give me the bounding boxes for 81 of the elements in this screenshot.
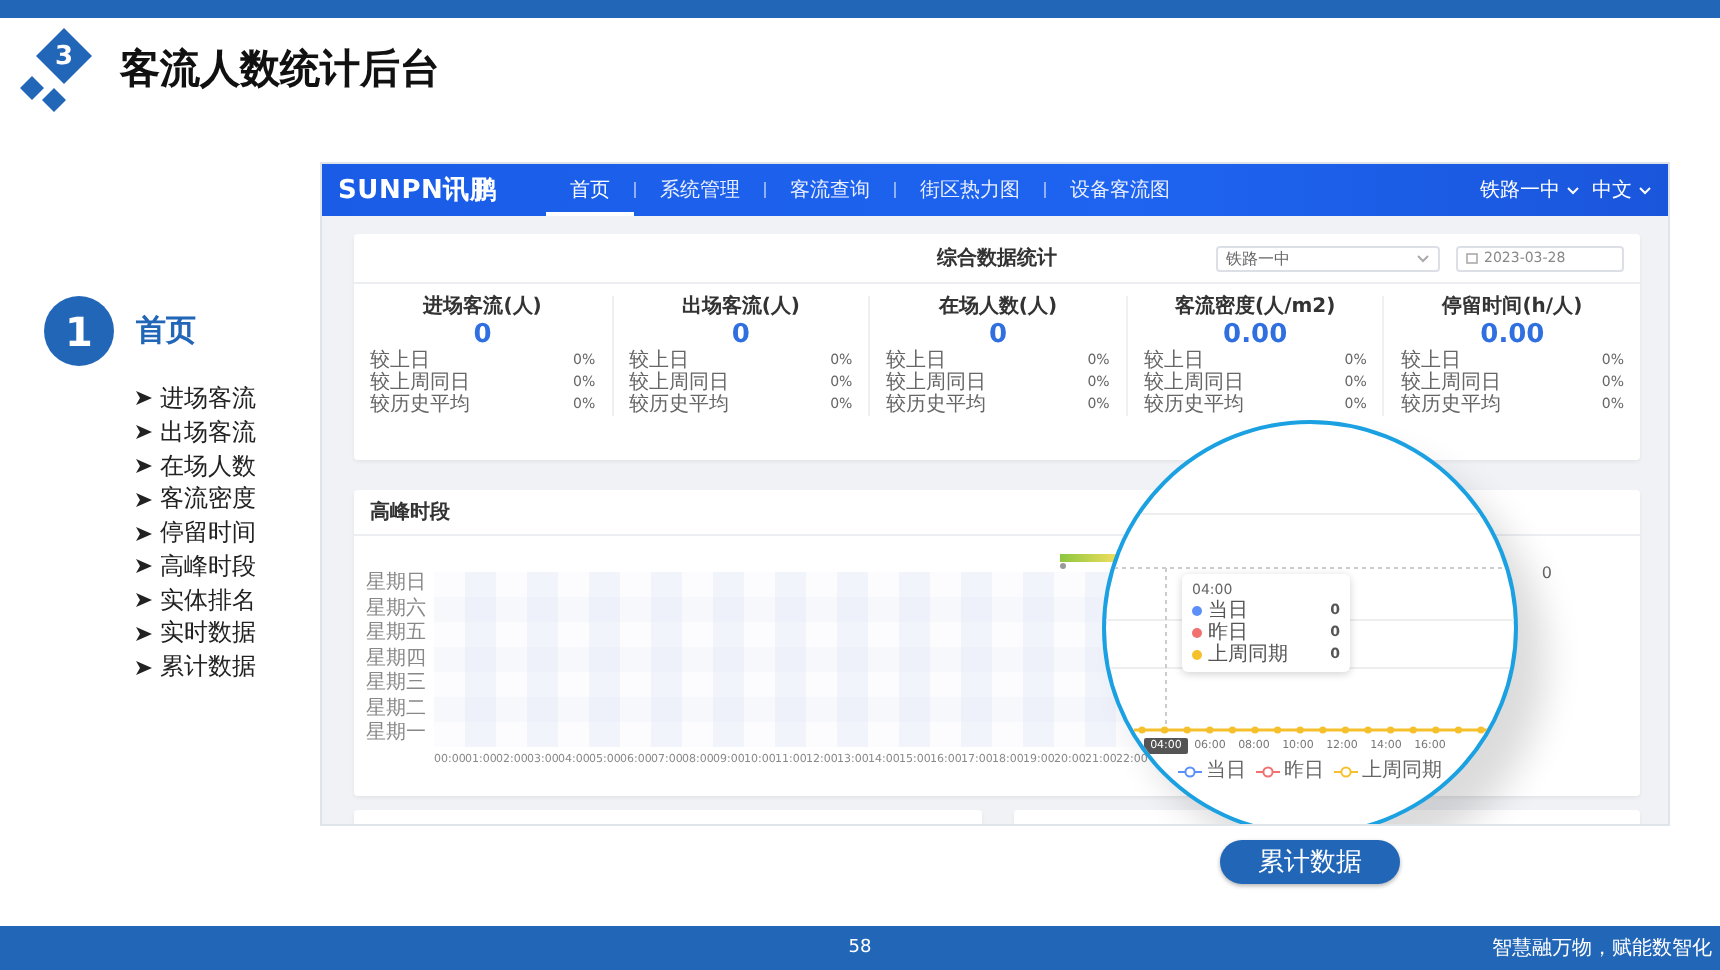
nav-tab[interactable]: 系统管理 <box>636 164 764 216</box>
bullet-text: 累计数据 <box>160 650 256 685</box>
language-menu[interactable]: 中文 <box>1592 176 1652 204</box>
chevron-down-icon <box>1638 185 1652 195</box>
caption-button[interactable]: 累计数据 <box>1220 840 1400 884</box>
bullet-text: 进场客流 <box>160 381 256 416</box>
arrow-bullet-icon <box>136 659 152 676</box>
arrow-bullet-icon <box>136 390 152 407</box>
comparison-label: 较历史平均 <box>370 394 470 416</box>
arrow-bullet-icon <box>136 457 152 474</box>
comparison-label: 较上周同日 <box>629 372 730 394</box>
stat-title: 进场客流(人) <box>420 296 544 320</box>
comparison-label: 较上日 <box>886 350 947 372</box>
site-select[interactable]: 铁路一中 <box>1216 245 1440 271</box>
stat-value: 0.00 <box>1478 320 1547 350</box>
axis-label: 星期五 <box>366 622 428 647</box>
comparison-label: 较上日 <box>370 350 430 372</box>
stat-title: 出场客流(人) <box>679 296 802 320</box>
diamonds-drawing <box>20 76 68 112</box>
chevron-down-icon <box>1416 253 1430 263</box>
nav-tab[interactable]: 街区热力图 <box>896 164 1044 216</box>
slide-title: 客流人数统计后台 <box>120 41 440 95</box>
arrow-bullet-icon <box>136 424 152 441</box>
bullet-text: 停留时间 <box>160 516 256 551</box>
comparison-label: 较上日 <box>1400 350 1461 372</box>
nav-tab[interactable]: 设备客流图 <box>1046 164 1194 216</box>
site-menu[interactable]: 铁路一中 <box>1480 176 1580 204</box>
series-name: 昨日 <box>1208 622 1248 644</box>
card-title: 高峰时段 <box>370 498 450 526</box>
arrow-bullet-icon <box>136 625 152 642</box>
comparison-label: 较历史平均 <box>1143 394 1244 416</box>
legend-item[interactable]: 当日 <box>1178 760 1246 784</box>
section-badge: 3 <box>36 28 92 84</box>
comparison-label: 较历史平均 <box>1400 394 1501 416</box>
nav-tab[interactable]: 客流查询 <box>766 164 894 216</box>
slogan: 智慧融万物，赋能数智化 <box>1492 935 1714 962</box>
axis-label: 星期三 <box>366 672 428 697</box>
arrow-bullet-icon <box>136 525 152 542</box>
comparison-label: 较上日 <box>1143 350 1204 372</box>
color-scale-bar[interactable] <box>1060 554 1120 570</box>
bullet-text: 客流密度 <box>160 482 256 517</box>
comparison-label: 较上周同日 <box>1400 372 1501 394</box>
bullet-text: 实体排名 <box>160 583 256 618</box>
stat-value: 0.00 <box>1221 320 1290 350</box>
stat-title: 在场人数(人) <box>936 296 1060 320</box>
legend-item[interactable]: 昨日 <box>1256 760 1324 784</box>
stat-title: 停留时间(h/人) <box>1439 296 1585 320</box>
scale-label: 0 <box>1541 564 1552 582</box>
topic-title: 首页 <box>136 312 196 350</box>
comparison-label: 较历史平均 <box>886 394 987 416</box>
calendar-icon <box>1466 252 1478 264</box>
logo: SUNPN讯鹏 <box>338 174 499 208</box>
axis-label: 星期日 <box>366 572 428 597</box>
series-name: 上周同期 <box>1208 644 1288 666</box>
arrow-bullet-icon <box>136 592 152 609</box>
bullet-text: 出场客流 <box>160 415 256 450</box>
bullet-text: 高峰时段 <box>160 549 256 584</box>
axis-label: 星期六 <box>366 597 428 621</box>
comparison-label: 较上周同日 <box>886 372 987 394</box>
stat-value: 0 <box>729 320 752 350</box>
axis-label: 星期二 <box>366 697 428 721</box>
arrow-bullet-icon <box>136 491 152 508</box>
comparison-label: 较上周同日 <box>370 372 470 394</box>
series-name: 当日 <box>1208 600 1248 622</box>
bullet-text: 实时数据 <box>160 616 256 651</box>
axis-label: 星期四 <box>366 647 428 671</box>
chevron-down-icon <box>1566 185 1580 195</box>
stat-value: 0 <box>471 320 494 350</box>
nav-tab[interactable]: 首页 <box>546 164 634 216</box>
comparison-label: 较上周同日 <box>1143 372 1244 394</box>
legend-item[interactable]: 上周同期 <box>1334 760 1442 784</box>
bullet-text: 在场人数 <box>160 449 256 483</box>
comparison-label: 较历史平均 <box>629 394 730 416</box>
comparison-label: 较上日 <box>629 350 690 372</box>
axis-label: 星期一 <box>366 722 428 747</box>
page-number: 58 <box>848 938 872 958</box>
arrow-bullet-icon <box>136 558 152 575</box>
stat-value: 0 <box>986 320 1010 350</box>
stat-title: 客流密度(人/m2) <box>1173 296 1338 320</box>
card-title: 综合数据统计 <box>937 245 1057 272</box>
topic-number: 1 <box>44 296 114 366</box>
